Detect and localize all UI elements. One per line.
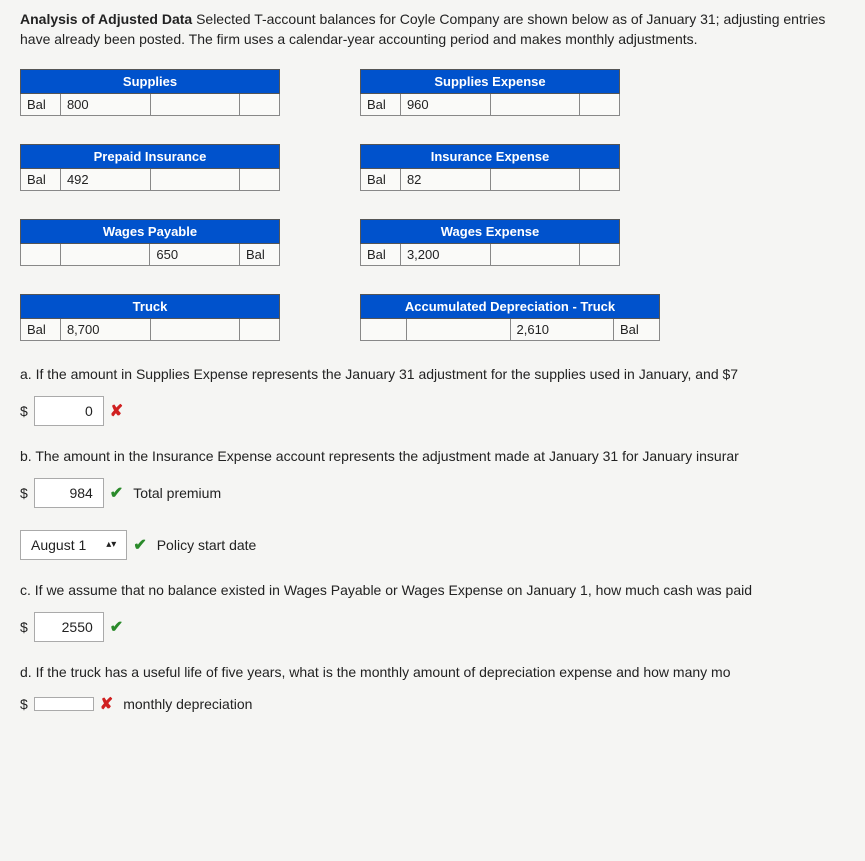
account-header: Supplies Expense <box>361 70 620 94</box>
check-icon: ✔ <box>133 535 146 555</box>
account-header: Wages Expense <box>361 220 620 244</box>
t-accounts-grid: Supplies Bal 800 Supplies Expense Bal 96… <box>20 69 845 341</box>
answer-d-label: monthly depreciation <box>123 696 252 712</box>
check-icon: ✔ <box>110 617 123 637</box>
dollar-sign: $ <box>20 619 28 635</box>
account-header: Wages Payable <box>21 220 280 244</box>
t-account-prepaid-insurance: Prepaid Insurance Bal 492 <box>20 144 280 191</box>
question-b-text: b. The amount in the Insurance Expense a… <box>20 448 845 464</box>
t-account-accum-dep-truck: Accumulated Depreciation - Truck 2,610 B… <box>360 294 660 341</box>
t-account-insurance-expense: Insurance Expense Bal 82 <box>360 144 620 191</box>
dollar-sign: $ <box>20 485 28 501</box>
account-header: Prepaid Insurance <box>21 145 280 169</box>
answer-a-input[interactable]: 0 <box>34 396 104 426</box>
t-account-supplies: Supplies Bal 800 <box>20 69 280 116</box>
t-account-truck: Truck Bal 8,700 <box>20 294 280 341</box>
question-d-text: d. If the truck has a useful life of fiv… <box>20 664 845 680</box>
account-header: Accumulated Depreciation - Truck <box>361 295 660 319</box>
dollar-sign: $ <box>20 696 28 712</box>
t-account-supplies-expense: Supplies Expense Bal 960 <box>360 69 620 116</box>
question-c-text: c. If we assume that no balance existed … <box>20 582 845 598</box>
check-icon: ✔ <box>110 483 123 503</box>
t-account-wages-expense: Wages Expense Bal 3,200 <box>360 219 620 266</box>
answer-c-input[interactable]: 2550 <box>34 612 104 642</box>
answer-b1-input[interactable]: 984 <box>34 478 104 508</box>
intro-title: Analysis of Adjusted Data <box>20 11 192 27</box>
answer-d-input[interactable] <box>34 697 94 711</box>
account-header: Supplies <box>21 70 280 94</box>
intro-paragraph: Analysis of Adjusted Data Selected T-acc… <box>20 10 845 49</box>
chevron-updown-icon: ▴▾ <box>106 540 116 550</box>
account-header: Truck <box>21 295 280 319</box>
answer-b2-label: Policy start date <box>157 537 257 553</box>
select-value: August 1 <box>31 537 86 553</box>
answer-b2-select[interactable]: August 1 ▴▾ <box>20 530 127 560</box>
dollar-sign: $ <box>20 403 28 419</box>
answer-b1-label: Total premium <box>133 485 221 501</box>
account-header: Insurance Expense <box>361 145 620 169</box>
t-account-wages-payable: Wages Payable 650 Bal <box>20 219 280 266</box>
cross-icon: ✘ <box>110 401 123 421</box>
question-a-text: a. If the amount in Supplies Expense rep… <box>20 366 845 382</box>
cross-icon: ✘ <box>100 694 113 714</box>
